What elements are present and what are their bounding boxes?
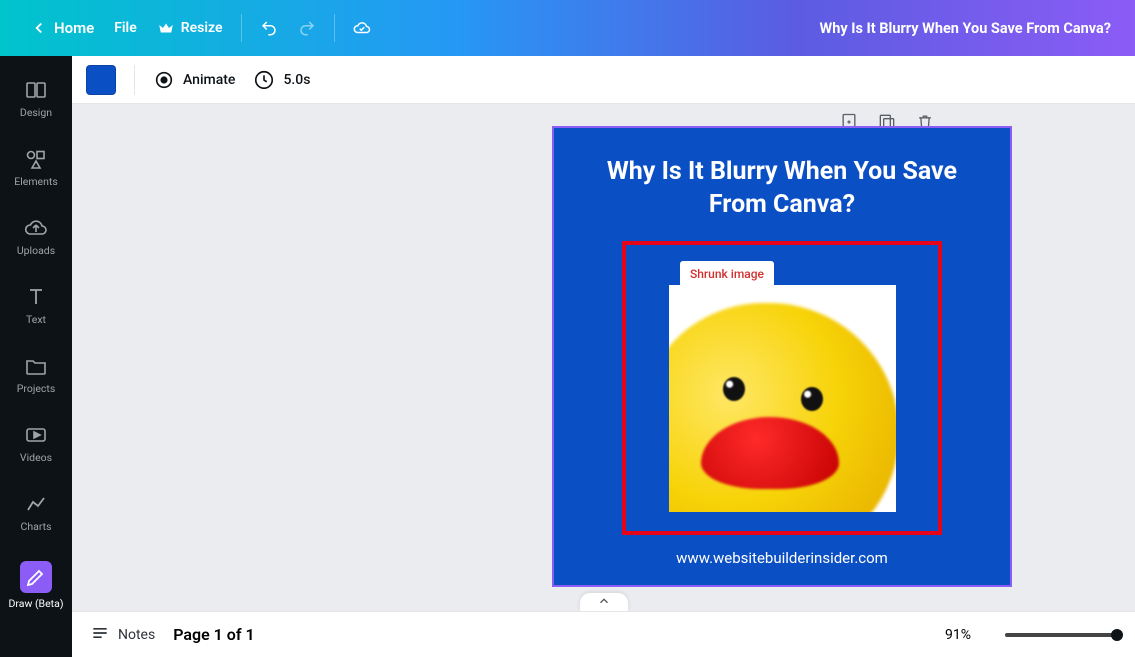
crown-icon [157, 19, 175, 37]
document-title[interactable]: Why Is It Blurry When You Save From Canv… [820, 20, 1111, 37]
cloud-sync-button[interactable] [343, 11, 381, 45]
undo-icon [260, 19, 278, 37]
sidebar-item-label: Draw (Beta) [9, 597, 64, 610]
elements-icon [24, 147, 48, 171]
zoom-slider[interactable] [1005, 633, 1117, 637]
divider [241, 14, 242, 42]
text-icon [24, 285, 48, 309]
background-color-swatch[interactable] [86, 65, 116, 95]
cloud-check-icon [353, 19, 371, 37]
sidebar-item-design[interactable]: Design [0, 66, 72, 135]
undo-button[interactable] [250, 11, 288, 45]
notes-button[interactable]: Notes [90, 623, 155, 647]
resize-button[interactable]: Resize [147, 11, 233, 45]
canvas-area[interactable]: Why Is It Blurry When You Save From Canv… [72, 104, 1135, 611]
design-title[interactable]: Why Is It Blurry When You Save From Canv… [580, 156, 984, 221]
collapse-toggle[interactable] [580, 593, 628, 611]
page-indicator[interactable]: Page 1 of 1 [173, 625, 254, 644]
animate-button[interactable]: Animate [153, 69, 235, 91]
zoom-level[interactable]: 91% [945, 627, 971, 643]
sidebar-item-projects[interactable]: Projects [0, 342, 72, 411]
design-icon [24, 78, 48, 102]
chevron-up-icon [597, 593, 611, 612]
design-url[interactable]: www.websitebuilderinsider.com [676, 549, 888, 567]
animate-icon [153, 69, 175, 91]
sidebar-item-elements[interactable]: Elements [0, 135, 72, 204]
notes-label: Notes [118, 627, 155, 643]
sidebar-item-label: Uploads [17, 244, 55, 257]
redo-button[interactable] [288, 11, 326, 45]
sidebar: Design Elements Uploads Text [0, 56, 72, 657]
pixelated-duck-image[interactable] [669, 285, 896, 512]
sidebar-item-uploads[interactable]: Uploads [0, 204, 72, 273]
clock-icon [253, 69, 275, 91]
draw-icon [20, 561, 52, 593]
divider [334, 14, 335, 42]
sidebar-item-text[interactable]: Text [0, 273, 72, 342]
file-label: File [114, 20, 137, 36]
home-button[interactable]: Home [20, 11, 104, 45]
design-page[interactable]: Why Is It Blurry When You Save From Canv… [552, 126, 1012, 587]
sidebar-item-label: Charts [21, 520, 52, 533]
sidebar-item-label: Text [26, 313, 46, 326]
context-toolbar: Animate 5.0s [72, 56, 1135, 104]
file-button[interactable]: File [104, 12, 147, 44]
duration-label: 5.0s [283, 72, 310, 88]
duration-button[interactable]: 5.0s [253, 69, 310, 91]
footer: Notes Page 1 of 1 91% [72, 611, 1135, 657]
sidebar-item-draw[interactable]: Draw (Beta) [0, 549, 72, 626]
sidebar-item-videos[interactable]: Videos [0, 411, 72, 480]
chevron-left-icon [30, 19, 48, 37]
sidebar-item-label: Design [20, 106, 52, 119]
header: Home File Resize Why Is It [0, 0, 1135, 56]
videos-icon [24, 423, 48, 447]
projects-icon [24, 354, 48, 378]
charts-icon [24, 492, 48, 516]
sidebar-item-label: Videos [20, 451, 52, 464]
sidebar-item-charts[interactable]: Charts [0, 480, 72, 549]
uploads-icon [24, 216, 48, 240]
redo-icon [298, 19, 316, 37]
image-label: Shrunk image [680, 261, 774, 287]
sidebar-item-label: Elements [14, 175, 58, 188]
resize-label: Resize [181, 20, 223, 36]
animate-label: Animate [183, 72, 235, 88]
notes-icon [90, 623, 110, 647]
divider [134, 65, 135, 95]
highlighted-image-box[interactable]: Shrunk image [622, 241, 942, 535]
sidebar-item-label: Projects [17, 382, 56, 395]
workspace: Animate 5.0s [72, 56, 1135, 657]
home-label: Home [54, 19, 94, 37]
